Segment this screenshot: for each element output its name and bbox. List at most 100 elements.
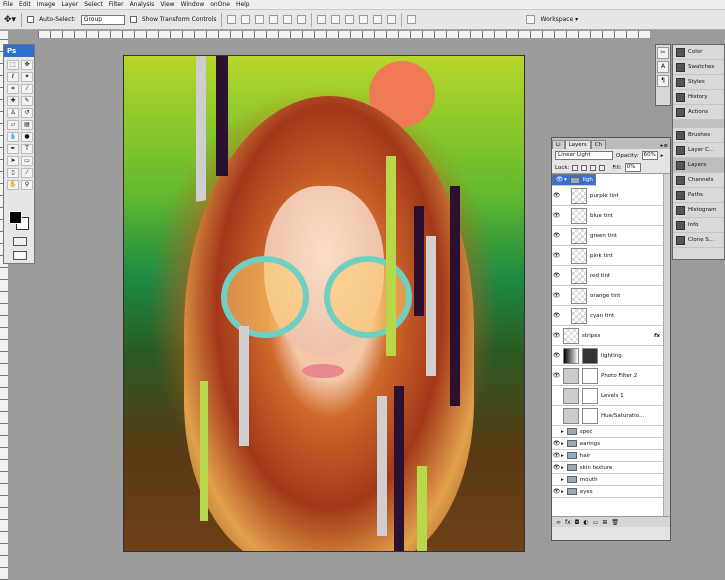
layer-row[interactable]: 👁 purple tint xyxy=(552,186,670,206)
paragraph-icon[interactable]: ¶ xyxy=(657,75,669,87)
visibility-eye-icon[interactable]: 👁 xyxy=(552,292,561,299)
menu-edit[interactable]: Edit xyxy=(19,1,31,8)
dock-brushes[interactable]: Brushes xyxy=(673,128,724,143)
document-canvas[interactable] xyxy=(123,55,525,552)
menu-window[interactable]: Window xyxy=(181,1,205,8)
distribute-right-icon[interactable] xyxy=(387,15,397,24)
align-right-icon[interactable] xyxy=(297,15,307,24)
layer-row[interactable]: 👁 lighting xyxy=(552,346,670,366)
eraser-tool-icon[interactable]: ▱ xyxy=(7,120,19,130)
fill-input[interactable]: 0% xyxy=(624,163,641,172)
history-brush-tool-icon[interactable]: ↺ xyxy=(21,108,33,118)
dock-swatches[interactable]: Swatches xyxy=(673,60,724,75)
lock-transparency-icon[interactable] xyxy=(572,164,579,171)
menu-layer[interactable]: Layer xyxy=(61,1,78,8)
visibility-eye-icon[interactable]: 👁 xyxy=(552,372,561,379)
new-group-icon[interactable]: ▭ xyxy=(593,519,599,526)
hand-tool-icon[interactable]: ✋ xyxy=(7,180,19,190)
align-top-icon[interactable] xyxy=(227,15,237,24)
workspace-icon[interactable] xyxy=(526,15,536,24)
layer-row[interactable]: 👁 green tint xyxy=(552,226,670,246)
opacity-input[interactable]: 60% xyxy=(641,151,658,160)
move-tool-icon[interactable]: ✥ xyxy=(21,60,33,70)
menu-filter[interactable]: Filter xyxy=(109,1,124,8)
layer-row-group[interactable]: 👁▾ lights xyxy=(552,174,596,186)
layer-row-group[interactable]: 👁 ▸ skin texture xyxy=(552,462,670,474)
layer-row[interactable]: 👁 stripes fx xyxy=(552,326,670,346)
visibility-eye-icon[interactable]: 👁 xyxy=(552,452,561,459)
blur-tool-icon[interactable]: 💧 xyxy=(7,132,19,142)
layer-row[interactable]: Levels 1 xyxy=(552,386,670,406)
layer-row[interactable]: Hue/Saturatio... xyxy=(552,406,670,426)
visibility-eye-icon[interactable]: 👁 xyxy=(552,232,561,239)
menu-view[interactable]: View xyxy=(160,1,174,8)
pen-tool-icon[interactable]: ✒ xyxy=(7,144,19,154)
clone-stamp-tool-icon[interactable]: ♙ xyxy=(7,108,19,118)
layer-row[interactable]: 👁 blue tint xyxy=(552,206,670,226)
visibility-eye-icon[interactable]: 👁 xyxy=(552,212,561,219)
distribute-center-icon[interactable] xyxy=(373,15,383,24)
layer-row-group[interactable]: ▸ spec xyxy=(552,426,670,438)
dock-layer-comps[interactable]: Layer C... xyxy=(673,143,724,158)
menu-file[interactable]: File xyxy=(3,1,13,8)
notes-tool-icon[interactable]: ▯ xyxy=(7,168,19,178)
lock-position-icon[interactable] xyxy=(590,164,597,171)
lock-all-icon[interactable] xyxy=(599,164,606,171)
tab-link[interactable]: Li xyxy=(552,140,565,149)
menu-image[interactable]: Image xyxy=(37,1,56,8)
visibility-eye-icon[interactable]: 👁 xyxy=(552,332,561,339)
visibility-eye-icon[interactable]: 👁 xyxy=(552,488,561,495)
visibility-eye-icon[interactable]: 👁 xyxy=(552,464,561,471)
shape-tool-icon[interactable]: ▭ xyxy=(21,156,33,166)
align-left-icon[interactable] xyxy=(269,15,279,24)
layer-row-group[interactable]: 👁 ▸ earings xyxy=(552,438,670,450)
disclosure-triangle-icon[interactable]: ▸ xyxy=(561,429,564,435)
menu-analysis[interactable]: Analysis xyxy=(130,1,155,8)
layer-row-group[interactable]: ▸ mouth xyxy=(552,474,670,486)
panel-menu-icon[interactable]: ▸≡ xyxy=(661,143,670,149)
crop-tool-icon[interactable]: ⌗ xyxy=(7,84,19,94)
dock-history[interactable]: History xyxy=(673,90,724,105)
visibility-eye-icon[interactable]: 👁 xyxy=(552,312,561,319)
marquee-tool-icon[interactable]: ⬚ xyxy=(7,60,19,70)
align-bottom-icon[interactable] xyxy=(255,15,265,24)
menu-select[interactable]: Select xyxy=(84,1,103,8)
tab-channels[interactable]: Ch xyxy=(590,140,607,149)
visibility-eye-icon[interactable]: 👁 xyxy=(555,176,564,184)
delete-layer-icon[interactable]: 🗑 xyxy=(611,519,619,526)
distribute-top-icon[interactable] xyxy=(317,15,327,24)
auto-select-checkbox[interactable] xyxy=(27,16,35,23)
type-tool-icon[interactable]: T xyxy=(21,144,33,154)
layer-row[interactable]: 👁 pink tint xyxy=(552,246,670,266)
menu-onone[interactable]: onOne xyxy=(210,1,230,8)
healing-brush-tool-icon[interactable]: ✚ xyxy=(7,96,19,106)
auto-align-icon[interactable] xyxy=(407,15,417,24)
opacity-arrow-icon[interactable]: ▸ xyxy=(661,153,664,159)
add-mask-icon[interactable]: ◘ xyxy=(575,519,580,526)
dock-color[interactable]: Color xyxy=(673,45,724,60)
layer-row[interactable]: 👁 cyan tint xyxy=(552,306,670,326)
tab-layers[interactable]: Layers xyxy=(564,140,591,149)
disclosure-triangle-icon[interactable]: ▸ xyxy=(561,477,564,483)
auto-select-dropdown[interactable]: Group xyxy=(80,14,125,25)
dock-clone-source[interactable]: Clone S... xyxy=(673,233,724,248)
dodge-tool-icon[interactable]: ● xyxy=(21,132,33,142)
dock-histogram[interactable]: Histogram xyxy=(673,203,724,218)
lasso-tool-icon[interactable]: ℓ xyxy=(7,72,19,82)
quick-mask-icon[interactable] xyxy=(13,237,27,246)
layers-scrollbar[interactable] xyxy=(663,174,670,516)
dock-actions[interactable]: Actions xyxy=(673,105,724,120)
disclosure-triangle-icon[interactable]: ▸ xyxy=(561,453,564,459)
transform-controls-checkbox[interactable] xyxy=(129,16,137,23)
visibility-eye-icon[interactable]: 👁 xyxy=(552,272,561,279)
tool-presets-icon[interactable]: ✂ xyxy=(657,47,669,59)
link-layers-icon[interactable]: ∞ xyxy=(556,519,561,526)
disclosure-triangle-icon[interactable]: ▸ xyxy=(561,489,564,495)
brush-tool-icon[interactable]: ✎ xyxy=(21,96,33,106)
disclosure-triangle-icon[interactable]: ▸ xyxy=(561,441,564,447)
workspace-button[interactable]: Workspace ▾ xyxy=(540,16,578,23)
slice-tool-icon[interactable]: ⁄ xyxy=(21,84,33,94)
dock-styles[interactable]: Styles xyxy=(673,75,724,90)
align-middle-icon[interactable] xyxy=(241,15,251,24)
lock-pixels-icon[interactable] xyxy=(581,164,588,171)
